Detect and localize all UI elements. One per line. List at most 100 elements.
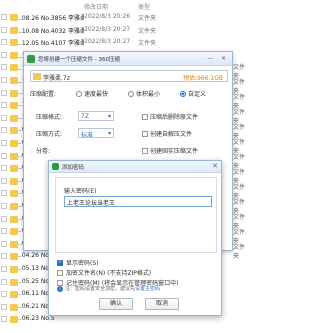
row-checkbox[interactable] [1,253,7,260]
radio-custom[interactable]: 自定义 [180,89,206,98]
folder-icon [10,89,18,97]
radio-smallest[interactable]: 体积最小 [128,89,160,98]
file-type: 文件夹 [138,27,157,35]
file-date: 2022/8/3 20:27 [84,25,131,33]
folder-icon [10,303,18,311]
folder-icon [10,228,18,236]
folder-icon [10,26,18,34]
file-type: 文件夹 [138,40,157,48]
row-checkbox[interactable] [1,89,7,96]
archive-filename: 李雅柔.7z [43,75,70,82]
column-header-type[interactable]: 类型 [138,2,150,11]
split-label: 分卷: [36,148,51,155]
security-hint: i 注：密码设置安全加密，建议先设置主密码 [57,285,160,292]
set-master-password-link[interactable]: 设置主密码 [135,286,160,292]
list-header: 修改日期 类型 [0,0,248,13]
password-dialog-title: 添加密码 [62,165,85,171]
row-checkbox[interactable] [1,190,7,197]
folder-icon [10,39,18,47]
password-title-bar: 添加密码 ✕ [49,161,221,173]
folder-icon [10,240,18,248]
checkbox-delete-source[interactable]: 压缩后删除原文件 [142,112,198,121]
row-checkbox[interactable] [1,51,7,58]
method-label: 压缩方式: [36,131,63,138]
radio-fastest[interactable]: 速度最快 [76,89,108,98]
row-checkbox[interactable] [1,316,7,323]
estimated-size: 预估:966.1GB [183,75,223,82]
file-name: ..10.08 No.4032 李雅柔1... [18,27,84,35]
row-checkbox[interactable] [1,39,7,46]
row-checkbox[interactable] [1,177,7,184]
password-input[interactable]: 上老王论坛当老王 [64,196,212,207]
row-checkbox[interactable] [1,278,7,285]
file-name: ..08.26 No.3856 李雅柔1... [18,15,84,22]
file-row[interactable]: ..08.26 No.3856 李雅柔1...2022/8/3 20:26 文件夹 [0,13,248,23]
folder-icon [10,14,18,21]
row-checkbox[interactable] [1,228,7,235]
row-checkbox[interactable] [1,291,7,298]
folder-icon [10,64,18,72]
archive-name-field[interactable]: 李雅柔.7z 预估:966.1GB [30,70,228,82]
file-row[interactable]: ..10.08 No.4032 李雅柔1...2022/8/3 20:27 文件夹 [0,26,248,36]
folder-icon [10,278,18,286]
format-dropdown[interactable]: 7Z [78,111,114,121]
info-icon: i [57,286,63,292]
row-checkbox[interactable] [1,140,7,146]
folder-icon [10,266,18,273]
password-group: 输入密码(E) 上老王论坛当老王 [55,177,217,253]
row-checkbox[interactable] [1,165,7,172]
folder-icon [10,152,18,160]
row-checkbox[interactable] [1,152,7,159]
file-date: 2022/8/3 20:27 [84,38,131,46]
row-checkbox[interactable] [1,14,7,20]
folder-icon [10,253,18,261]
checkbox-encrypt-filenames[interactable]: 加密文件名(N) (不支持ZIP格式) [57,268,151,277]
folder-icon [10,165,18,173]
row-checkbox[interactable] [1,127,7,134]
close-icon[interactable]: ✕ [212,162,218,170]
file-row[interactable]: ..12.05 No.4107 李雅柔1...2022/8/3 20:27 文件夹 [0,38,248,48]
checkbox-show-password[interactable]: 显示密码(S) [57,258,99,267]
row-checkbox[interactable] [1,26,7,33]
file-type: 文件夹 [138,15,157,22]
folder-icon [10,215,18,223]
cancel-button[interactable]: 取消 [145,298,179,310]
row-checkbox[interactable] [1,240,7,247]
folder-icon [10,51,18,59]
folder-icon [10,102,18,110]
ok-button[interactable]: 确认 [99,298,133,310]
row-checkbox[interactable] [1,64,7,71]
folder-icon [10,114,18,122]
dialog-title: 您将创建一个压缩文件 - 360压缩 [38,57,120,63]
row-checkbox[interactable] [1,77,7,83]
app-logo-icon [52,163,59,170]
row-checkbox[interactable] [1,266,7,272]
type-cell: 文件夹 [233,244,246,260]
window-controls[interactable]: — ✕ [207,55,229,62]
folder-icon [10,190,18,198]
folder-icon [10,203,18,210]
level-label: 压缩配置: [30,91,57,98]
right-column-types: 文件夹 文件夹 文件夹 文件夹 文件夹 文件夹 文件夹 文件夹 文件夹 文件夹 文件夹 文件夹 文件夹 [231,62,248,262]
folder-icon [10,177,18,185]
password-input-label: 输入密码(E) [64,188,97,195]
app-logo-icon [27,55,35,63]
row-checkbox[interactable] [1,303,7,310]
row-checkbox[interactable] [1,102,7,109]
row-checkbox[interactable] [1,203,7,209]
password-dialog: 添加密码 ✕ 输入密码(E) 上老王论坛当老王 显示密码(S) 加密文件名(N)… [48,160,222,316]
checkbox-self-extract[interactable]: 创建自解压文件 [142,129,192,138]
file-row[interactable]: ..06.23 No.5 [0,315,248,325]
folder-icon [33,73,41,80]
column-header-date[interactable]: 修改日期 [84,2,108,11]
folder-icon [10,316,18,324]
method-dropdown[interactable]: 标准 [78,128,114,139]
folder-icon [10,140,18,147]
file-date: 2022/8/3 20:26 [84,13,131,20]
folder-icon [10,291,18,299]
row-checkbox[interactable] [1,114,7,121]
format-label: 压缩格式: [36,114,63,121]
row-checkbox[interactable] [1,215,7,222]
file-name: ..06.23 No.5 [18,315,55,323]
checkbox-solid[interactable]: 创建固实压缩文件 [142,146,198,155]
